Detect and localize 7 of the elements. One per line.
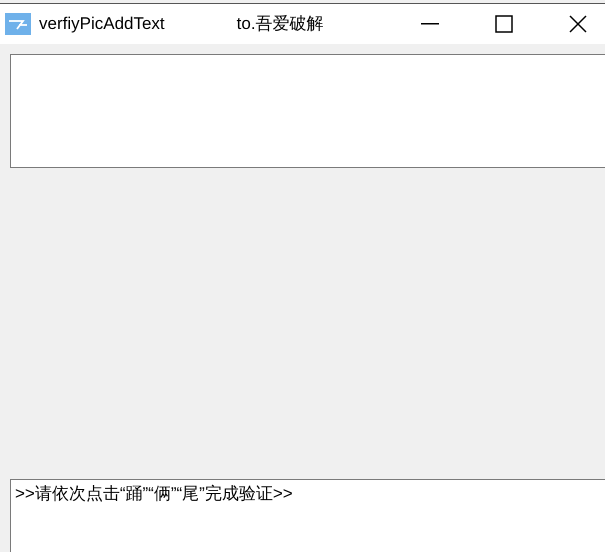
app-icon: [5, 13, 31, 35]
maximize-icon: [495, 15, 513, 33]
minimize-icon: [421, 23, 439, 25]
window-caption: to.吾爱破解: [236, 13, 324, 36]
message-box[interactable]: >>请依次点击“踊”“俩”“尾”完成验证>>: [10, 479, 605, 552]
close-icon: [569, 15, 587, 33]
window-title: verfiyPicAddText: [39, 13, 165, 36]
